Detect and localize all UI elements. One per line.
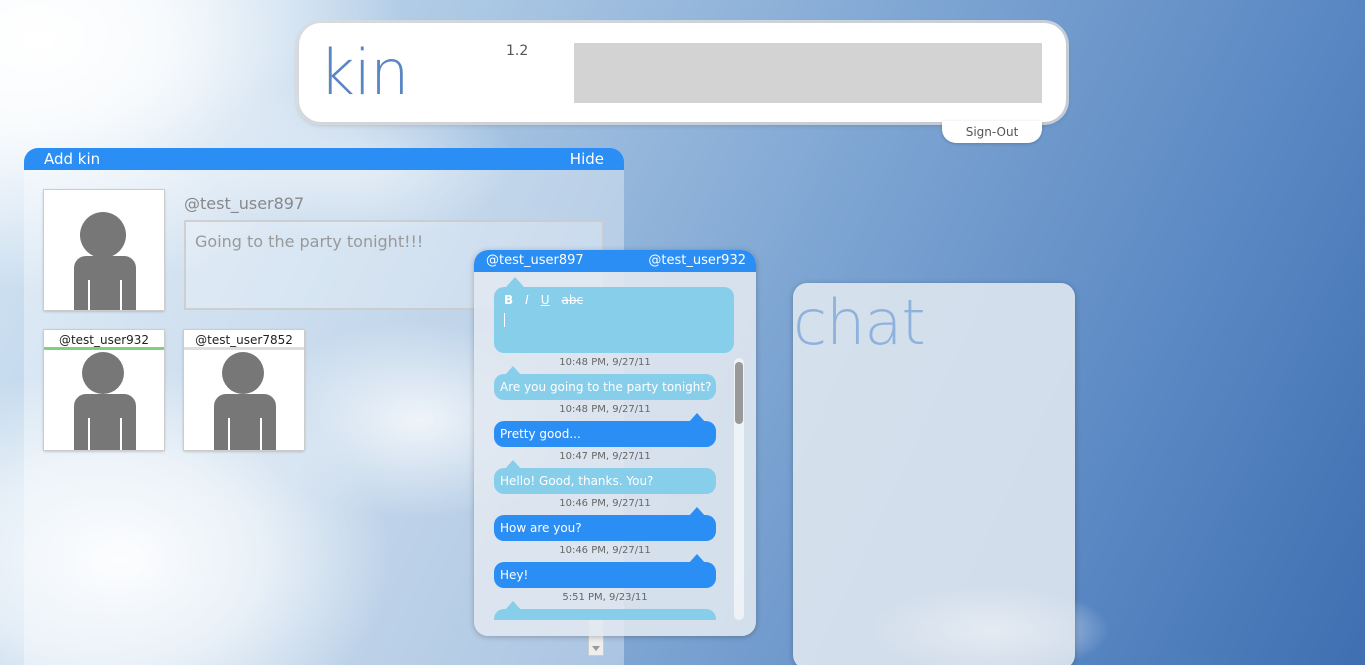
message-time: 10:46 PM, 9/27/11 <box>559 545 651 556</box>
chat-window: @test_user897 @test_user932 B I U abc 10… <box>474 250 756 636</box>
message-item: 10:48 PM, 9/27/11 Are you going to the p… <box>494 356 716 400</box>
message-time: 10:47 PM, 9/27/11 <box>559 451 651 462</box>
friend-card[interactable]: @test_user932 <box>44 330 164 450</box>
chat-title-bar[interactable]: @test_user897 @test_user932 <box>474 250 756 272</box>
sign-out-button[interactable]: Sign-Out <box>942 121 1042 143</box>
message-compose-box[interactable]: B I U abc <box>494 277 734 353</box>
message-item: 10:48 PM, 9/27/11 Pretty good... <box>494 403 716 447</box>
logo-kin: kin <box>319 36 409 109</box>
avatar-head-icon <box>82 352 124 394</box>
app-header: kin chat 1.2 <box>299 23 1075 665</box>
message-bubble <box>494 609 716 620</box>
message-bubble: Hello! Good, thanks. You? <box>494 468 716 494</box>
message-time: 10:48 PM, 9/27/11 <box>559 404 651 415</box>
strikethrough-button[interactable]: abc <box>562 293 584 307</box>
friend-card[interactable]: @test_user7852 <box>184 330 304 450</box>
message-item: 10:46 PM, 9/27/11 How are you? <box>494 497 716 541</box>
app-version: 1.2 <box>506 43 529 59</box>
text-caret <box>504 313 505 327</box>
logo-chat: chat <box>793 283 1075 665</box>
message-bubble: Are you going to the party tonight? <box>494 374 716 400</box>
add-kin-button[interactable]: Add kin <box>44 148 100 170</box>
avatar-head-icon <box>80 212 126 258</box>
avatar-head-icon <box>222 352 264 394</box>
message-item: 5:51 PM, 9/23/11 <box>494 591 716 620</box>
avatar-body-icon <box>214 394 276 450</box>
chat-scrollbar[interactable] <box>734 358 744 620</box>
italic-button[interactable]: I <box>525 293 529 307</box>
profile-username: @test_user897 <box>184 194 305 213</box>
hide-button[interactable]: Hide <box>570 148 604 170</box>
chat-partner-username: @test_user932 <box>648 253 746 268</box>
friend-username: @test_user7852 <box>184 330 304 350</box>
bold-button[interactable]: B <box>504 293 513 307</box>
profile-avatar[interactable] <box>44 190 164 310</box>
header-search-box[interactable] <box>574 43 1042 103</box>
message-item: 10:47 PM, 9/27/11 Hello! Good, thanks. Y… <box>494 450 716 494</box>
avatar-body-icon <box>74 394 136 450</box>
scroll-down-icon[interactable] <box>592 646 600 651</box>
avatar-body-icon <box>74 256 136 310</box>
chat-self-username: @test_user897 <box>486 253 584 268</box>
message-bubble: Hey! <box>494 562 716 588</box>
message-item: 10:46 PM, 9/27/11 Hey! <box>494 544 716 588</box>
message-time: 5:51 PM, 9/23/11 <box>562 592 648 603</box>
kin-panel-bar: Add kin Hide <box>24 148 624 170</box>
message-time: 10:48 PM, 9/27/11 <box>559 357 651 368</box>
scrollbar-thumb[interactable] <box>735 362 743 424</box>
underline-button[interactable]: U <box>541 293 550 307</box>
message-bubble: How are you? <box>494 515 716 541</box>
message-bubble: Pretty good... <box>494 421 716 447</box>
format-toolbar: B I U abc <box>504 293 583 307</box>
app-logo: kin chat <box>319 33 1075 665</box>
message-time: 10:46 PM, 9/27/11 <box>559 498 651 509</box>
friend-username: @test_user932 <box>44 330 164 350</box>
message-list: 10:48 PM, 9/27/11 Are you going to the p… <box>474 356 736 620</box>
